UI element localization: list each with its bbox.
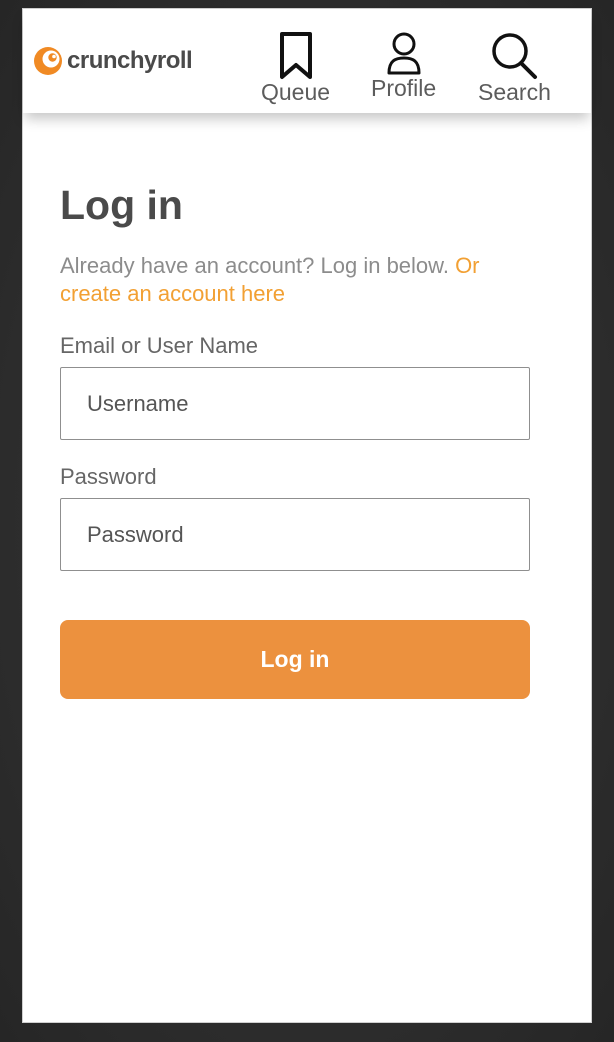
search-icon [492,33,538,79]
browser-viewport: crunchyroll Queue Profile Search Log in … [22,8,592,1023]
bookmark-icon [279,32,312,79]
email-label: Email or User Name [60,333,259,358]
device-frame: crunchyroll Queue Profile Search Log in … [0,0,614,1042]
username-group: Email or User Name [60,335,530,440]
nav-search-label: Search [478,79,551,105]
login-intro: Already have an account? Log in below. O… [60,252,530,308]
password-group: Password [60,466,530,571]
nav-queue-label: Queue [261,79,331,105]
top-navigation-bar: crunchyroll Queue Profile Search [23,9,591,113]
page-title: Log in [60,182,183,228]
login-button[interactable]: Log in [60,620,530,699]
username-input[interactable] [60,367,530,440]
nav-queue[interactable]: Queue [261,31,330,104]
nav-profile[interactable]: Profile [371,31,436,100]
nav-search[interactable]: Search [478,31,551,104]
crunchyroll-logo[interactable]: crunchyroll [33,45,193,77]
login-form: Log in Already have an account? Log in b… [60,185,530,699]
password-input[interactable] [60,498,530,571]
crunchyroll-logo-icon [34,47,62,75]
intro-text: Already have an account? Log in below. [60,253,456,278]
user-icon [387,32,421,75]
password-label: Password [60,464,157,489]
nav-profile-label: Profile [371,75,437,101]
brand-name: crunchyroll [67,47,193,74]
